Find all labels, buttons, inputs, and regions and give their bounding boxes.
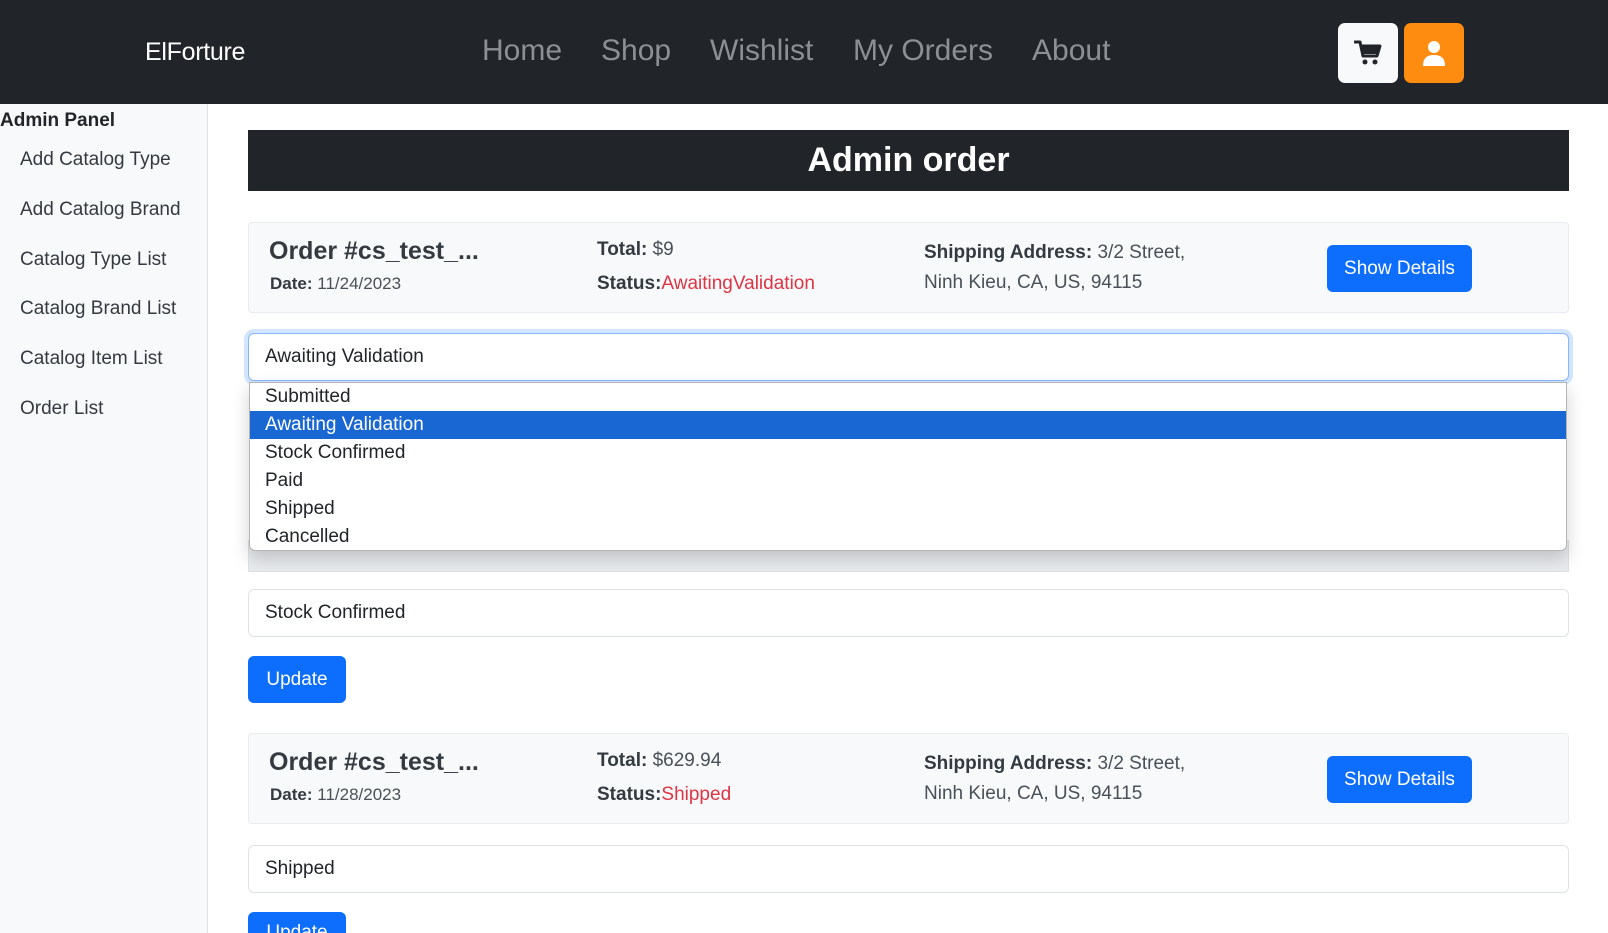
top-navbar: ElForture Home Shop Wishlist My Orders A… [0,0,1608,104]
shipping-address-line2: Ninh Kieu, CA, US, 94115 [924,783,1143,804]
dropdown-option-cancelled[interactable]: Cancelled [250,523,1566,551]
user-button[interactable] [1404,23,1464,83]
cart-icon [1354,40,1382,65]
order-id: Order #cs_test_... [269,748,479,776]
order-date-value: 11/24/2023 [317,274,402,293]
order-status-select-value: Shipped [265,858,335,879]
brand-logo[interactable]: ElForture [145,38,245,67]
order-date-value: 11/28/2023 [317,785,402,804]
show-details-button[interactable]: Show Details [1327,245,1472,292]
order-date: Date: 11/24/2023 [270,274,401,294]
status-dropdown-list[interactable]: Submitted Awaiting Validation Stock Conf… [249,382,1567,551]
dropdown-option-shipped[interactable]: Shipped [250,495,1566,523]
order-total-label: Total: [597,750,648,771]
sidebar-item-catalog-item-list[interactable]: Catalog Item List [20,348,163,370]
order-card: Order #cs_test_... Date: 11/28/2023 Tota… [248,733,1569,824]
order-total-value: $9 [652,239,674,260]
update-button[interactable]: Update [248,656,346,703]
nav-link-shop[interactable]: Shop [601,34,671,68]
sidebar-item-add-catalog-type[interactable]: Add Catalog Type [20,149,171,171]
order-status-label: Status: [597,273,662,294]
order-shipping-address: Shipping Address: 3/2 Street, Ninh Kieu,… [924,749,1214,809]
order-status: Status:Shipped [597,784,731,806]
sidebar-item-catalog-type-list[interactable]: Catalog Type List [20,249,166,271]
order-status-select[interactable]: Awaiting Validation [248,333,1569,381]
nav-link-my-orders[interactable]: My Orders [853,34,993,68]
order-status-value: Shipped [661,784,732,805]
order-date-label: Date: [270,785,313,804]
admin-sidebar: Admin Panel Add Catalog Type Add Catalog… [0,104,208,933]
update-button[interactable]: Update [248,912,346,933]
order-status: Status:AwaitingValidation [597,273,815,295]
dropdown-option-paid[interactable]: Paid [250,467,1566,495]
order-status-label: Status: [597,784,662,805]
shipping-address-line1: 3/2 Street, [1097,753,1186,774]
sidebar-item-order-list[interactable]: Order List [20,398,103,420]
shipping-address-label: Shipping Address: [924,753,1093,774]
shipping-address-line1: 3/2 Street, [1097,242,1186,263]
order-shipping-address: Shipping Address: 3/2 Street, Ninh Kieu,… [924,238,1214,298]
order-total: Total: $629.94 [597,750,721,772]
nav-link-home[interactable]: Home [482,34,562,68]
order-total-value: $629.94 [652,750,722,771]
shipping-address-label: Shipping Address: [924,242,1093,263]
cart-button[interactable] [1338,23,1398,83]
order-status-select-value: Awaiting Validation [265,346,424,367]
page-title: Admin order [248,130,1569,191]
order-date: Date: 11/28/2023 [270,785,401,805]
order-status-value: AwaitingValidation [661,273,815,294]
nav-link-about[interactable]: About [1032,34,1110,68]
order-total: Total: $9 [597,239,674,261]
order-status-select[interactable]: Shipped [248,845,1569,893]
order-total-label: Total: [597,239,648,260]
order-date-label: Date: [270,274,313,293]
nav-link-wishlist[interactable]: Wishlist [710,34,813,68]
show-details-button[interactable]: Show Details [1327,756,1472,803]
order-id: Order #cs_test_... [269,237,479,265]
sidebar-item-catalog-brand-list[interactable]: Catalog Brand List [20,298,176,320]
shipping-address-line2: Ninh Kieu, CA, US, 94115 [924,272,1143,293]
dropdown-option-stock-confirmed[interactable]: Stock Confirmed [250,439,1566,467]
dropdown-option-awaiting-validation[interactable]: Awaiting Validation [250,411,1566,439]
user-icon [1423,41,1445,66]
order-status-select[interactable]: Stock Confirmed [248,589,1569,637]
order-status-select-value: Stock Confirmed [265,602,406,623]
order-card: Order #cs_test_... Date: 11/24/2023 Tota… [248,222,1569,313]
sidebar-title: Admin Panel [0,110,116,131]
sidebar-item-add-catalog-brand[interactable]: Add Catalog Brand [20,199,181,221]
dropdown-option-submitted[interactable]: Submitted [250,383,1566,411]
